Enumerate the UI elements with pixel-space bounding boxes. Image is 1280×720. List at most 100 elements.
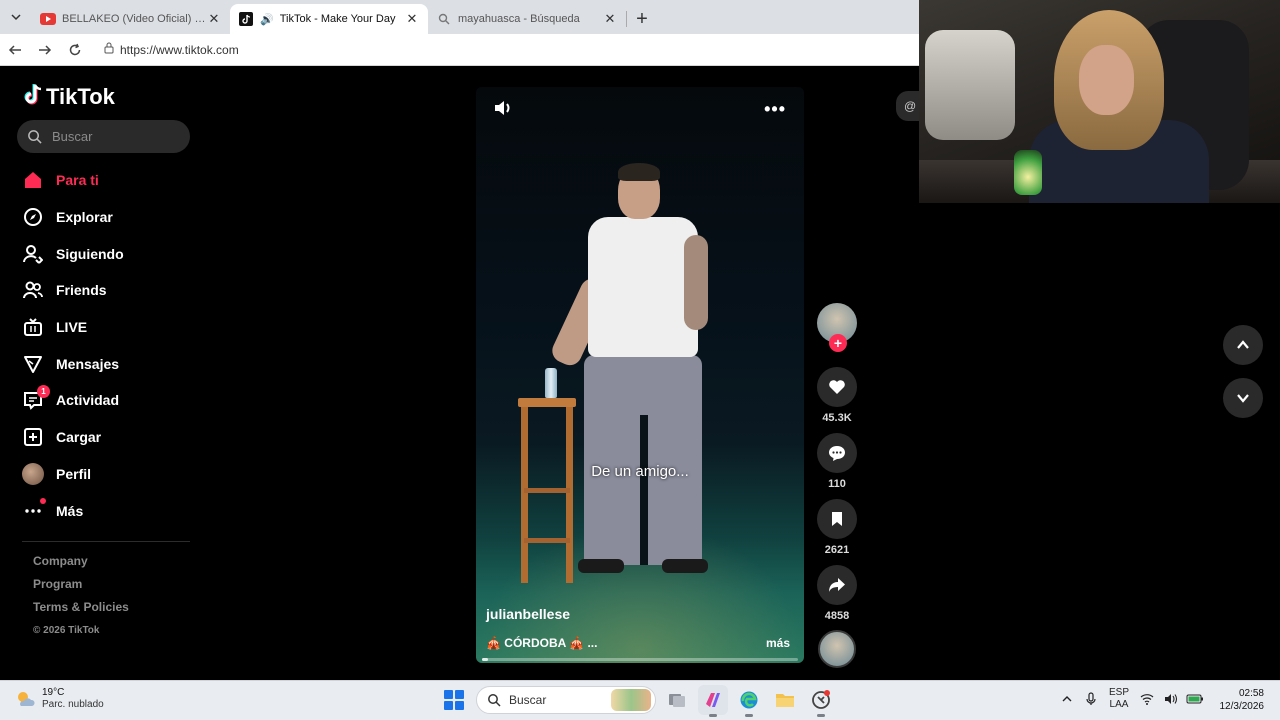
copilot-button[interactable] [698, 685, 728, 717]
music-disc[interactable] [818, 630, 856, 668]
speaker-icon[interactable]: 🔊 [260, 13, 274, 26]
more-link[interactable]: más [766, 636, 790, 650]
edge-button[interactable] [734, 685, 764, 717]
chevron-up-icon [1237, 340, 1249, 349]
webcam-overlay [919, 0, 1280, 203]
app-icon [812, 690, 830, 709]
file-explorer-button[interactable] [770, 685, 800, 715]
search-icon [436, 11, 452, 27]
comment-icon [829, 446, 845, 461]
tab-tiktok[interactable]: 🔊 TikTok - Make Your Day ✕ [230, 4, 428, 34]
footer-link-program[interactable]: Program [33, 577, 129, 600]
following-icon [22, 243, 44, 265]
close-tab-icon[interactable]: ✕ [602, 11, 618, 27]
input-language[interactable]: ESP LAA [1109, 687, 1129, 711]
video-progress-bar[interactable] [482, 658, 798, 661]
sidebar-item-siguiendo[interactable]: Siguiendo [22, 235, 192, 272]
sidebar-item-para-ti[interactable]: Para ti [22, 162, 192, 199]
sidebar-item-live[interactable]: LIVE [22, 309, 192, 346]
folder-icon [776, 694, 794, 707]
activity-icon: 1 [22, 385, 50, 411]
sidebar-item-explorar[interactable]: Explorar [22, 199, 192, 236]
send-icon [22, 353, 44, 375]
copyright-text: © 2026 TikTok [33, 625, 100, 636]
task-view-button[interactable] [662, 685, 692, 715]
video-author[interactable]: julianbellese [486, 606, 570, 622]
close-tab-icon[interactable]: ✕ [206, 11, 222, 27]
tab-youtube[interactable]: BELLAKEO (Video Oficial) - Peso Pl ✕ [32, 4, 230, 34]
search-icon [488, 694, 501, 707]
arrow-right-icon [39, 44, 52, 55]
chevron-up-icon[interactable] [1055, 687, 1079, 711]
volume-icon[interactable] [492, 97, 514, 119]
weather-widget[interactable]: 19°C Parc. nublado [14, 687, 104, 711]
water-bottle [545, 368, 557, 398]
sidebar-item-label: Cargar [56, 429, 102, 446]
sidebar-search[interactable] [17, 120, 190, 153]
upload-icon [22, 426, 44, 448]
sidebar-item-label: Perfil [56, 465, 92, 482]
back-button[interactable] [0, 35, 30, 65]
follow-plus-icon[interactable]: + [829, 334, 847, 352]
url-field[interactable]: https://www.tiktok.com [96, 37, 996, 63]
system-clock[interactable]: 02:58 12/3/2026 [1220, 687, 1265, 713]
sidebar-item-label: Friends [56, 282, 107, 299]
arrow-left-icon [8, 44, 21, 55]
like-button[interactable] [817, 367, 857, 407]
sidebar-item-friends[interactable]: Friends [22, 272, 192, 309]
sidebar-item-perfil[interactable]: Perfil [22, 456, 192, 493]
forward-button[interactable] [30, 35, 60, 65]
weather-desc: Parc. nublado [42, 699, 104, 710]
tab-list-button[interactable] [0, 0, 32, 34]
sidebar-item-label: Explorar [56, 209, 113, 226]
microphone-icon[interactable] [1079, 687, 1103, 711]
system-tray: ESP LAA [1055, 687, 1207, 711]
share-button[interactable] [817, 565, 857, 605]
comment-count: 110 [828, 478, 846, 490]
creator-avatar[interactable]: + [817, 303, 857, 352]
lang-top: ESP [1109, 687, 1130, 698]
battery-icon[interactable] [1183, 687, 1207, 711]
taskbar-apps: Buscar [440, 685, 836, 717]
clock-date: 12/3/2026 [1219, 701, 1265, 712]
volume-icon[interactable] [1159, 687, 1183, 711]
progress-fill [482, 658, 489, 661]
sidebar-item-actividad[interactable]: 1 Actividad [22, 382, 192, 419]
tab-search[interactable]: mayahuasca - Búsqueda ✕ [428, 4, 626, 34]
app-button[interactable] [806, 685, 836, 717]
chevron-down-icon [1237, 394, 1249, 403]
video-player[interactable]: De un amigo... ••• julianbellese 🎪 CÓRDO… [476, 87, 804, 663]
sidebar-item-label: Mensajes [56, 355, 120, 372]
partly-cloudy-icon [18, 692, 35, 706]
notification-dot [40, 497, 46, 504]
sidebar-item-cargar[interactable]: Cargar [22, 419, 192, 456]
comment-button[interactable] [817, 433, 857, 473]
wifi-icon[interactable] [1135, 687, 1159, 711]
taskbar-search-text: Buscar [509, 693, 547, 707]
next-video-button[interactable] [1223, 378, 1263, 418]
reload-button[interactable] [60, 35, 90, 65]
previous-video-button[interactable] [1223, 325, 1263, 365]
search-input[interactable] [52, 129, 172, 144]
footer-link-terms[interactable]: Terms & Policies [33, 600, 129, 623]
profile-avatar [22, 462, 44, 485]
new-tab-button[interactable]: + [627, 4, 657, 34]
sidebar-item-mensajes[interactable]: Mensajes [22, 345, 192, 382]
footer-link-company[interactable]: Company [33, 554, 129, 577]
get-app-icon[interactable]: @ [896, 91, 920, 121]
video-caption: De un amigo... [591, 463, 689, 480]
tiktok-note-icon [24, 83, 44, 111]
tab-title: mayahuasca - Búsqueda [458, 13, 580, 25]
live-icon [22, 316, 44, 338]
youtube-icon [40, 11, 56, 27]
taskbar-search[interactable]: Buscar [476, 686, 656, 714]
more-options-icon[interactable]: ••• [764, 99, 786, 120]
logo-text: TikTok [46, 84, 115, 109]
sidebar-item-mas[interactable]: Más [22, 492, 192, 529]
close-tab-icon[interactable]: ✕ [404, 11, 420, 27]
compass-icon [22, 206, 44, 228]
tiktok-logo[interactable]: TikTok [24, 83, 115, 111]
more-icon [22, 497, 46, 522]
start-button[interactable] [440, 686, 468, 714]
save-button[interactable] [817, 499, 857, 539]
